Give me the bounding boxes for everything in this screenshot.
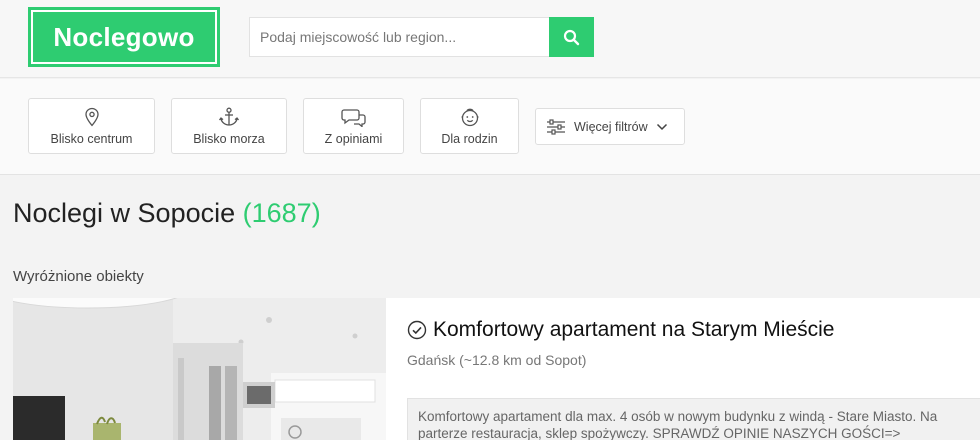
filter-label: Z opiniami (324, 131, 383, 146)
featured-label: Wyróżnione obiekty (13, 268, 144, 285)
listing-location: Gdańsk (~12.8 km od Sopot) (407, 352, 587, 368)
search-icon (563, 29, 580, 45)
verified-check-icon (407, 320, 427, 340)
chevron-down-icon (656, 123, 667, 130)
logo[interactable]: Noclegowo (28, 7, 220, 67)
search-input[interactable] (249, 17, 549, 57)
results-count: (1687) (242, 198, 321, 228)
filter-label: Blisko morza (193, 131, 265, 146)
filter-label: Dla rodzin (441, 131, 498, 146)
more-filters-label: Więcej filtrów (574, 119, 648, 134)
listing-description: Komfortowy apartament dla max. 4 osób w … (407, 398, 980, 440)
child-face-icon (461, 108, 478, 126)
chat-bubbles-icon (340, 108, 366, 127)
listing-description-line: Komfortowy apartament dla max. 4 osób w … (418, 409, 938, 424)
search-bar (249, 17, 594, 57)
anchor-icon (218, 107, 240, 126)
header: Noclegowo (0, 0, 980, 78)
more-filters-button[interactable]: Więcej filtrów (535, 108, 685, 145)
listing-body: Komfortowy apartament na Starym Mieście … (407, 298, 980, 440)
filter-with-reviews[interactable]: Z opiniami (303, 98, 404, 154)
listing-title[interactable]: Komfortowy apartament na Starym Mieście (407, 318, 834, 342)
page-title: Noclegi w Sopocie (1687) (13, 198, 321, 229)
search-button[interactable] (549, 17, 594, 57)
sliders-icon (547, 118, 565, 135)
listing-photo[interactable] (13, 298, 386, 440)
filter-near-sea[interactable]: Blisko morza (171, 98, 287, 154)
location-pin-icon (84, 107, 99, 126)
listing-card[interactable]: Komfortowy apartament na Starym Mieście … (13, 298, 980, 440)
filter-bar: Blisko centrum Blisko morza Z opiniami D… (0, 79, 980, 175)
listing-title-text: Komfortowy apartament na Starym Mieście (433, 318, 835, 341)
listing-description-line: parterze restauracja, sklep spożywczy. S… (418, 426, 901, 440)
page-title-text: Noclegi w Sopocie (13, 198, 236, 228)
filter-near-center[interactable]: Blisko centrum (28, 98, 155, 154)
filter-for-families[interactable]: Dla rodzin (420, 98, 519, 154)
filter-label: Blisko centrum (50, 131, 133, 146)
